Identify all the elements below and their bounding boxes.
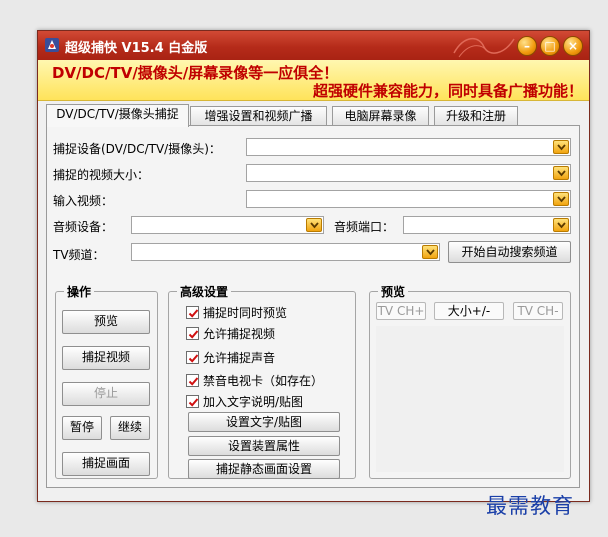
main-window: 超级捕快 V15.4 白金版 – □ × DV/DC/TV/摄像头/屏幕录像等一… bbox=[37, 30, 590, 502]
close-icon: × bbox=[567, 39, 579, 53]
audio-device-label: 音频设备： bbox=[53, 220, 114, 234]
checkbox-label: 允许捕捉声音 bbox=[203, 351, 276, 365]
tv-channel-label: TV频道： bbox=[53, 248, 105, 262]
preview-group: 预览 TV CH+ 大小+/- TV CH- bbox=[369, 283, 571, 479]
maximize-icon: □ bbox=[544, 39, 556, 53]
tv-channel-select[interactable] bbox=[131, 243, 440, 261]
input-video-label: 输入视频： bbox=[53, 194, 114, 208]
title-bar[interactable]: 超级捕快 V15.4 白金版 – □ × bbox=[38, 31, 589, 60]
preview-button[interactable]: 预览 bbox=[62, 310, 150, 334]
video-size-label: 捕捉的视频大小： bbox=[53, 168, 150, 182]
dropdown-arrow[interactable] bbox=[306, 218, 322, 232]
checkbox-box[interactable] bbox=[186, 306, 199, 319]
dropdown-arrow[interactable] bbox=[422, 245, 438, 259]
operations-group-title: 操作 bbox=[64, 283, 95, 300]
tab-enhanced-broadcast[interactable]: 增强设置和视频广播 bbox=[190, 106, 327, 126]
banner-line-2: 超强硬件兼容能力，同时具备广播功能！ bbox=[312, 82, 583, 100]
minimize-icon: – bbox=[524, 39, 530, 53]
auto-search-button[interactable]: 开始自动搜索频道 bbox=[448, 241, 571, 263]
chevron-down-icon bbox=[426, 249, 435, 256]
banner-line-1: DV/DC/TV/摄像头/屏幕录像等一应俱全！ bbox=[52, 64, 339, 82]
checkbox-allow-video[interactable]: 允许捕捉视频 bbox=[186, 325, 275, 342]
device-properties-button[interactable]: 设置装置属性 bbox=[188, 436, 340, 456]
chevron-down-icon bbox=[557, 222, 566, 229]
checkmark-icon bbox=[188, 330, 199, 339]
input-video-select[interactable] bbox=[246, 190, 571, 208]
capture-frame-button[interactable]: 捕捉画面 bbox=[62, 452, 150, 476]
minimize-button[interactable]: – bbox=[517, 36, 537, 56]
chevron-down-icon bbox=[557, 170, 566, 177]
still-capture-settings-button[interactable]: 捕捉静态画面设置 bbox=[188, 459, 340, 479]
checkbox-box[interactable] bbox=[186, 374, 199, 387]
decorative-swirl-icon bbox=[453, 38, 515, 58]
checkbox-preview-while-capture[interactable]: 捕捉时同时预览 bbox=[186, 304, 287, 321]
checkmark-icon bbox=[188, 377, 199, 386]
tab-capture[interactable]: DV/DC/TV/摄像头捕捉 bbox=[46, 104, 189, 127]
promo-banner: DV/DC/TV/摄像头/屏幕录像等一应俱全！ 超强硬件兼容能力，同时具备广播功… bbox=[38, 60, 589, 101]
stop-button[interactable]: 停止 bbox=[62, 382, 150, 406]
capture-device-label: 捕捉设备(DV/DC/TV/摄像头)： bbox=[53, 142, 221, 156]
pause-button[interactable]: 暂停 bbox=[62, 416, 102, 440]
checkbox-label: 捕捉时同时预览 bbox=[203, 306, 288, 320]
dropdown-arrow[interactable] bbox=[553, 218, 569, 232]
preview-group-title: 预览 bbox=[378, 283, 409, 300]
close-button[interactable]: × bbox=[563, 36, 583, 56]
resume-button[interactable]: 继续 bbox=[110, 416, 150, 440]
maximize-button[interactable]: □ bbox=[540, 36, 560, 56]
chevron-down-icon bbox=[557, 144, 566, 151]
checkmark-icon bbox=[188, 354, 199, 363]
app-logo-icon bbox=[45, 38, 59, 52]
checkbox-box[interactable] bbox=[186, 395, 199, 408]
checkmark-icon bbox=[188, 309, 199, 318]
audio-port-label: 音频端口： bbox=[334, 220, 395, 234]
window-title: 超级捕快 V15.4 白金版 bbox=[65, 41, 208, 56]
capture-video-button[interactable]: 捕捉视频 bbox=[62, 346, 150, 370]
audio-port-select[interactable] bbox=[403, 216, 571, 234]
tab-screen-record[interactable]: 电脑屏幕录像 bbox=[332, 106, 429, 126]
tv-channel-down-button[interactable]: TV CH- bbox=[513, 302, 563, 320]
capture-device-select[interactable] bbox=[246, 138, 571, 156]
advanced-group-title: 高级设置 bbox=[177, 283, 232, 300]
capture-panel: 捕捉设备(DV/DC/TV/摄像头)： 捕捉的视频大小： 输入视频： 音频设备：… bbox=[46, 125, 580, 488]
dropdown-arrow[interactable] bbox=[553, 140, 569, 154]
audio-device-select[interactable] bbox=[131, 216, 324, 234]
checkbox-box[interactable] bbox=[186, 327, 199, 340]
preview-size-button[interactable]: 大小+/- bbox=[434, 302, 504, 320]
watermark-text: 最需教育 bbox=[486, 494, 574, 518]
advanced-settings-group: 高级设置 捕捉时同时预览 允许捕捉视频 允许捕捉声音 禁音电视卡（如存在） 加入… bbox=[168, 283, 356, 479]
checkbox-add-text-overlay[interactable]: 加入文字说明/贴图 bbox=[186, 393, 303, 410]
checkbox-label: 加入文字说明/贴图 bbox=[203, 395, 304, 409]
chevron-down-icon bbox=[310, 222, 319, 229]
tab-upgrade-register[interactable]: 升级和注册 bbox=[434, 106, 518, 126]
checkbox-mute-tv-card[interactable]: 禁音电视卡（如存在） bbox=[186, 372, 323, 389]
set-text-overlay-button[interactable]: 设置文字/贴图 bbox=[188, 412, 340, 432]
video-size-select[interactable] bbox=[246, 164, 571, 182]
operations-group: 操作 预览 捕捉视频 停止 暂停 继续 捕捉画面 bbox=[55, 283, 158, 479]
checkbox-label: 允许捕捉视频 bbox=[203, 327, 276, 341]
chevron-down-icon bbox=[557, 196, 566, 203]
checkbox-box[interactable] bbox=[186, 351, 199, 364]
checkbox-allow-audio[interactable]: 允许捕捉声音 bbox=[186, 349, 275, 366]
preview-area bbox=[376, 326, 564, 472]
dropdown-arrow[interactable] bbox=[553, 166, 569, 180]
checkmark-icon bbox=[188, 398, 199, 407]
checkbox-label: 禁音电视卡（如存在） bbox=[203, 374, 324, 388]
dropdown-arrow[interactable] bbox=[553, 192, 569, 206]
tv-channel-up-button[interactable]: TV CH+ bbox=[376, 302, 426, 320]
